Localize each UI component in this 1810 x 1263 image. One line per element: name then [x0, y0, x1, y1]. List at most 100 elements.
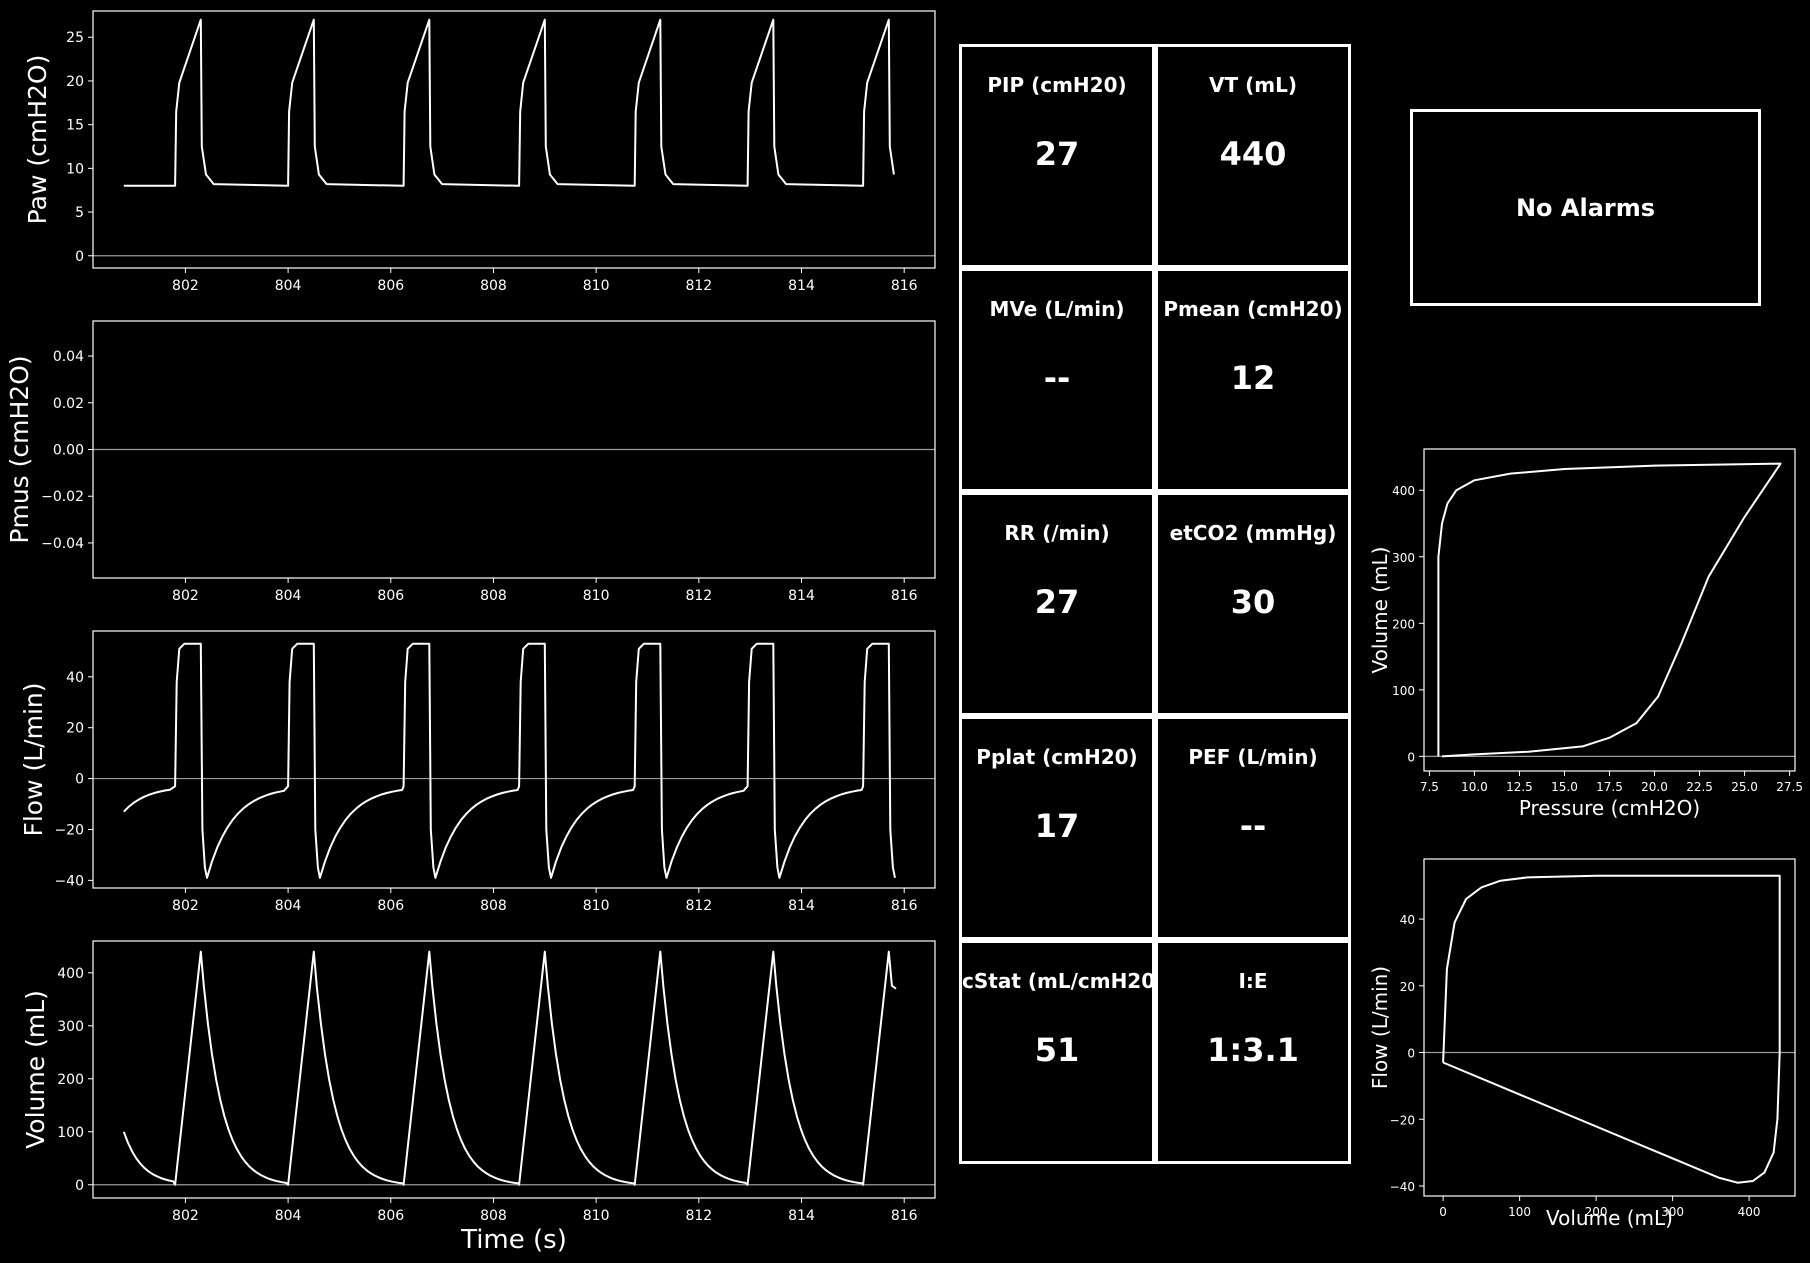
x-tick-label: 804 — [275, 1208, 302, 1224]
y-tick-label: 40 — [66, 670, 84, 686]
x-tick-label: 814 — [788, 588, 815, 604]
metric-label: RR (/min) — [1004, 521, 1110, 545]
x-tick-label: 808 — [480, 278, 507, 294]
x-tick-label: 400 — [1738, 1205, 1761, 1219]
x-tick-label: 802 — [172, 898, 199, 914]
x-tick-label: 100 — [1508, 1205, 1531, 1219]
metric-value: 12 — [1230, 359, 1276, 397]
y-tick-label: 400 — [1392, 484, 1415, 498]
y-tick-label: 400 — [57, 966, 84, 982]
metric-value: 51 — [1034, 1031, 1080, 1069]
y-tick-label: 40 — [1400, 913, 1415, 927]
y-tick-label: 10 — [66, 161, 84, 177]
y-tick-label: −20 — [54, 822, 84, 838]
x-tick-label: 810 — [583, 588, 610, 604]
y-tick-label: 200 — [1392, 617, 1415, 631]
x-tick-label: 17.5 — [1596, 780, 1623, 794]
plot-frame — [92, 10, 936, 269]
metric-value: 1:3.1 — [1207, 1031, 1299, 1069]
y-tick-label: 200 — [57, 1072, 84, 1088]
y-tick-label: 20 — [1400, 980, 1415, 994]
x-tick-label: 0 — [1439, 1205, 1447, 1219]
x-tick-label: 7.5 — [1420, 780, 1439, 794]
y-tick-label: 25 — [66, 30, 84, 46]
y-axis-label: Volume (mL) — [1368, 547, 1392, 674]
metric-cell: I:E 1:3.1 — [1155, 940, 1351, 1164]
metric-label: Pplat (cmH20) — [976, 745, 1138, 769]
metric-label: cStat (mL/cmH20) — [962, 969, 1165, 993]
x-tick-label: 816 — [891, 1208, 918, 1224]
metric-label: etCO2 (mmHg) — [1169, 521, 1337, 545]
y-tick-label: 100 — [57, 1125, 84, 1141]
plot-frame — [92, 940, 936, 1199]
volume-trace — [122, 950, 897, 1186]
x-tick-label: 816 — [891, 898, 918, 914]
y-tick-label: −40 — [54, 873, 84, 889]
y-tick-label: 0.00 — [53, 443, 84, 459]
metric-label: Pmean (cmH20) — [1163, 297, 1343, 321]
y-tick-label: 0.02 — [53, 396, 84, 412]
metric-cell: PIP (cmH20) 27 — [959, 44, 1155, 268]
x-tick-label: 816 — [891, 278, 918, 294]
pv-loop-trace — [1437, 462, 1782, 758]
x-axis-label: Pressure (cmH2O) — [1519, 796, 1700, 820]
metric-label: PIP (cmH20) — [987, 73, 1127, 97]
metric-value: 27 — [1034, 135, 1080, 173]
y-tick-label: 100 — [1392, 684, 1415, 698]
y-tick-label: −40 — [1390, 1180, 1415, 1194]
y-tick-label: 15 — [66, 118, 84, 134]
x-tick-label: 15.0 — [1551, 780, 1578, 794]
metric-label: PEF (L/min) — [1188, 745, 1318, 769]
plot-frame — [92, 630, 936, 889]
x-axis-label: Volume (mL) — [1546, 1206, 1673, 1230]
alarm-status-text: No Alarms — [1515, 193, 1656, 222]
y-tick-label: −0.04 — [41, 536, 84, 552]
y-tick-label: 0 — [75, 1178, 84, 1194]
x-tick-label: 808 — [480, 898, 507, 914]
y-axis-label: Flow (L/min) — [19, 682, 48, 836]
paw-chart: 802 804 806 808 810 812 814 816 0 5 10 15 20 25 Paw (c… — [23, 10, 936, 294]
x-tick-label: 808 — [480, 588, 507, 604]
flow-trace — [123, 642, 896, 879]
y-tick-label: 0 — [1407, 1047, 1415, 1061]
y-tick-label: 0 — [75, 249, 84, 265]
x-tick-label: 10.0 — [1461, 780, 1488, 794]
y-tick-label: 0.04 — [53, 349, 84, 365]
y-tick-label: −0.02 — [41, 489, 84, 505]
y-axis-label: Paw (cmH2O) — [23, 55, 52, 225]
x-tick-label: 810 — [583, 898, 610, 914]
metric-value: 30 — [1230, 583, 1276, 621]
metric-value: -- — [1043, 359, 1071, 397]
metric-cell: Pplat (cmH20) 17 — [959, 716, 1155, 940]
x-tick-label: 816 — [891, 588, 918, 604]
x-tick-label: 25.0 — [1731, 780, 1758, 794]
x-tick-label: 810 — [583, 278, 610, 294]
metric-label: MVe (L/min) — [989, 297, 1125, 321]
x-tick-label: 802 — [172, 588, 199, 604]
metric-cell: MVe (L/min) -- — [959, 268, 1155, 492]
pressure-volume-loop-chart: 7.5 10.0 12.5 15.0 17.5 20.0 22.5 25.0 27.5 0 100 2… — [1368, 448, 1803, 820]
metric-value: 440 — [1219, 135, 1287, 173]
plot-frame — [1423, 858, 1796, 1197]
x-tick-label: 806 — [377, 588, 404, 604]
x-tick-label: 812 — [685, 898, 712, 914]
x-tick-label: 27.5 — [1776, 780, 1803, 794]
y-tick-label: 0 — [1407, 750, 1415, 764]
x-tick-label: 802 — [172, 278, 199, 294]
x-tick-label: 812 — [685, 1208, 712, 1224]
flow-chart: 802 804 806 808 810 812 814 816 −40 −20 0 20 40 Flow … — [19, 630, 936, 914]
x-tick-label: 812 — [685, 278, 712, 294]
y-tick-label: 20 — [66, 721, 84, 737]
x-tick-label: 22.5 — [1686, 780, 1713, 794]
metric-label: VT (mL) — [1209, 73, 1297, 97]
alarm-status-box: No Alarms — [1410, 109, 1761, 306]
x-tick-label: 814 — [788, 898, 815, 914]
y-tick-label: −20 — [1390, 1113, 1415, 1127]
metric-value: 17 — [1034, 807, 1080, 845]
pmus-chart: 802 804 806 808 810 812 814 816 −0.04 −0.02 0.00 0.… — [5, 320, 936, 604]
x-tick-label: 810 — [583, 1208, 610, 1224]
metric-cell: RR (/min) 27 — [959, 492, 1155, 716]
y-tick-label: 5 — [75, 205, 84, 221]
metric-value: 27 — [1034, 583, 1080, 621]
plot-frame — [1423, 448, 1796, 772]
